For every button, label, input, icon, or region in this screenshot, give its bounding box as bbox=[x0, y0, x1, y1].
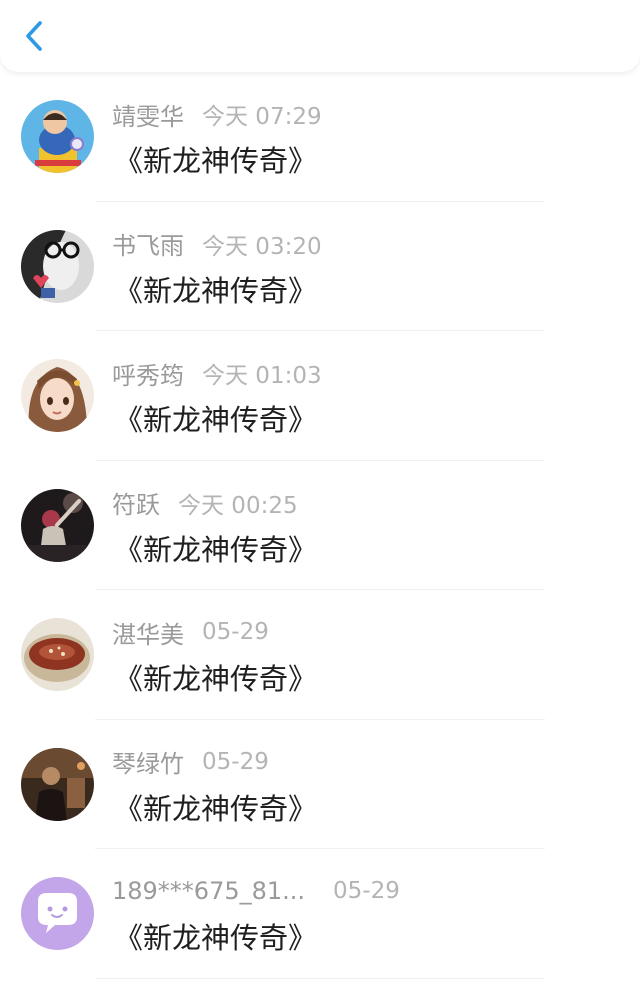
book-title[interactable]: 《新龙神传奇》 bbox=[114, 397, 317, 439]
post-time: 05-29 bbox=[333, 878, 400, 904]
back-button[interactable] bbox=[14, 16, 54, 56]
post-time: 今天 07:29 bbox=[202, 104, 322, 130]
chevron-left-icon bbox=[26, 21, 42, 51]
book-title[interactable]: 《新龙神传奇》 bbox=[114, 786, 317, 828]
night-photo-icon bbox=[21, 488, 94, 562]
user-name[interactable]: 符跃 bbox=[112, 485, 160, 520]
avatar[interactable] bbox=[21, 747, 94, 821]
avatar[interactable] bbox=[21, 488, 94, 562]
list-item[interactable]: 呼秀筠 今天 01:03 《新龙神传奇》 bbox=[0, 331, 640, 461]
list-item[interactable]: 靖雯华 今天 07:29 《新龙神传奇》 bbox=[0, 72, 640, 202]
avatar[interactable] bbox=[21, 618, 94, 691]
post-time: 今天 00:25 bbox=[178, 492, 298, 519]
list-item[interactable]: 湛华美 05-29 《新龙神传奇》 bbox=[0, 590, 640, 720]
user-name[interactable]: 湛华美 bbox=[112, 615, 184, 650]
book-title[interactable]: 《新龙神传奇》 bbox=[114, 915, 317, 957]
book-title[interactable]: 《新龙神传奇》 bbox=[114, 138, 317, 180]
user-name[interactable]: 189***675_81... bbox=[112, 877, 305, 905]
post-time: 今天 01:03 bbox=[202, 363, 322, 389]
avatar[interactable] bbox=[21, 100, 94, 173]
anime-girl-icon bbox=[21, 359, 94, 432]
chat-bubble-icon bbox=[21, 877, 94, 950]
user-name[interactable]: 琴绿竹 bbox=[112, 744, 184, 779]
list-item[interactable]: 符跃 今天 00:25 《新龙神传奇》 bbox=[0, 461, 640, 590]
book-title[interactable]: 《新龙神传奇》 bbox=[114, 268, 317, 310]
book-title[interactable]: 《新龙神传奇》 bbox=[114, 527, 317, 569]
dark-photo-icon bbox=[21, 747, 94, 821]
user-name[interactable]: 书飞雨 bbox=[112, 226, 184, 261]
user-name[interactable]: 呼秀筠 bbox=[112, 356, 184, 391]
avatar[interactable] bbox=[21, 359, 94, 432]
divider bbox=[95, 977, 545, 979]
comment-list: 靖雯华 今天 07:29 《新龙神传奇》 书飞雨 今天 03:20 《新龙神传奇… bbox=[0, 72, 640, 979]
list-item[interactable]: 琴绿竹 05-29 《新龙神传奇》 bbox=[0, 720, 640, 849]
post-time: 今天 03:20 bbox=[202, 233, 322, 260]
girl-with-glasses-icon bbox=[21, 229, 94, 303]
post-time: 05-29 bbox=[202, 619, 269, 645]
book-title[interactable]: 《新龙神传奇》 bbox=[114, 656, 317, 698]
top-bar bbox=[0, 0, 640, 72]
post-time: 05-29 bbox=[202, 748, 269, 775]
avatar[interactable] bbox=[21, 229, 94, 303]
user-name[interactable]: 靖雯华 bbox=[112, 97, 184, 132]
list-item[interactable]: 书飞雨 今天 03:20 《新龙神传奇》 bbox=[0, 202, 640, 331]
list-item[interactable]: 189***675_81... 05-29 《新龙神传奇》 bbox=[0, 849, 640, 979]
avatar[interactable] bbox=[21, 877, 94, 950]
soup-bowl-icon bbox=[21, 618, 94, 691]
cartoon-character-icon bbox=[21, 100, 94, 173]
